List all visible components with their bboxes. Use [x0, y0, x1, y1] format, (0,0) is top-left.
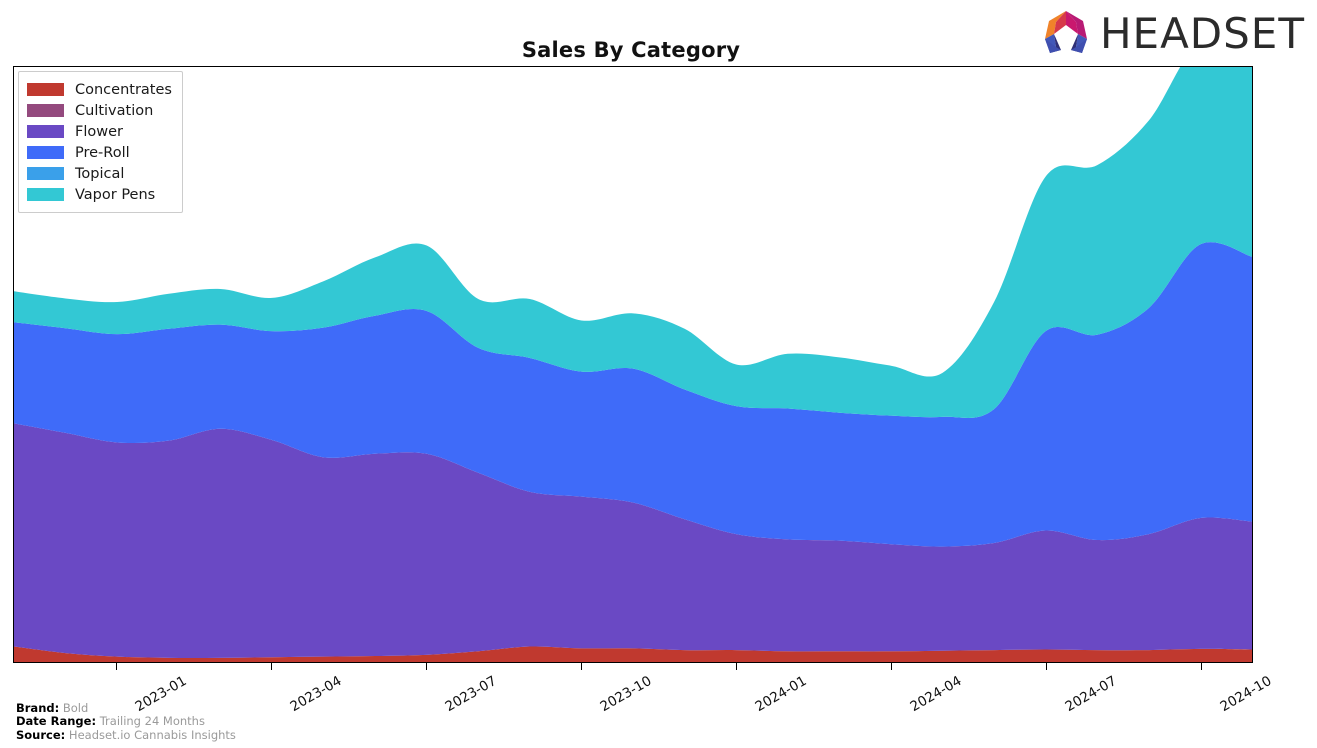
- legend-item-label: Concentrates: [75, 81, 172, 98]
- logo-wordmark: HEADSET: [1099, 9, 1305, 58]
- legend-item[interactable]: Pre-Roll: [27, 142, 172, 163]
- footer-brand-row: Brand: Bold: [16, 700, 236, 716]
- legend-color-swatch: [27, 125, 64, 138]
- footer-brand-key: Brand:: [16, 700, 60, 715]
- footer-metadata: Brand: Bold Date Range: Trailing 24 Mont…: [16, 700, 236, 743]
- chart-page: Sales By Category HEADSET Concentrates C…: [0, 0, 1317, 748]
- legend-item-label: Cultivation: [75, 102, 154, 119]
- plot-area: [13, 66, 1253, 663]
- x-axis-tick-label: 2023-04: [287, 673, 345, 716]
- x-axis-tick-label: 2024-01: [752, 673, 810, 716]
- headset-hexagon-logo-icon: [1040, 9, 1092, 59]
- x-axis-tick-label: 2023-10: [597, 673, 655, 716]
- headset-logo: HEADSET: [1040, 10, 1305, 58]
- footer-source-key: Source:: [16, 727, 66, 742]
- stacked-area-chart: [14, 67, 1252, 662]
- legend-color-swatch: [27, 146, 64, 159]
- legend-item[interactable]: Flower: [27, 121, 172, 142]
- footer-daterange-row: Date Range: Trailing 24 Months: [16, 714, 236, 729]
- legend-item[interactable]: Concentrates: [27, 79, 172, 100]
- x-axis-tick-label: 2024-07: [1062, 673, 1120, 716]
- chart-legend: Concentrates Cultivation Flower Pre-Roll Top…: [18, 71, 183, 213]
- footer-source-value: Headset.io Cannabis Insights: [68, 727, 236, 742]
- footer-source-row: Source: Headset.io Cannabis Insights: [16, 727, 236, 743]
- legend-item[interactable]: Vapor Pens: [27, 184, 172, 205]
- footer-daterange-value: Trailing 24 Months: [99, 714, 205, 728]
- legend-item[interactable]: Topical: [27, 163, 172, 184]
- legend-color-swatch: [27, 104, 64, 117]
- x-axis-tick-label: 2024-10: [1217, 673, 1275, 716]
- legend-item[interactable]: Cultivation: [27, 100, 172, 121]
- legend-item-label: Pre-Roll: [75, 144, 130, 161]
- x-axis-tick-label: 2024-04: [907, 673, 965, 716]
- x-axis-tick-label: 2023-07: [442, 673, 500, 716]
- legend-color-swatch: [27, 83, 64, 96]
- legend-item-label: Flower: [75, 123, 123, 140]
- legend-color-swatch: [27, 188, 64, 201]
- legend-item-label: Topical: [75, 165, 125, 182]
- footer-brand-value: Bold: [62, 700, 89, 715]
- footer-daterange-key: Date Range:: [16, 714, 97, 728]
- legend-item-label: Vapor Pens: [75, 186, 156, 203]
- legend-color-swatch: [27, 167, 64, 180]
